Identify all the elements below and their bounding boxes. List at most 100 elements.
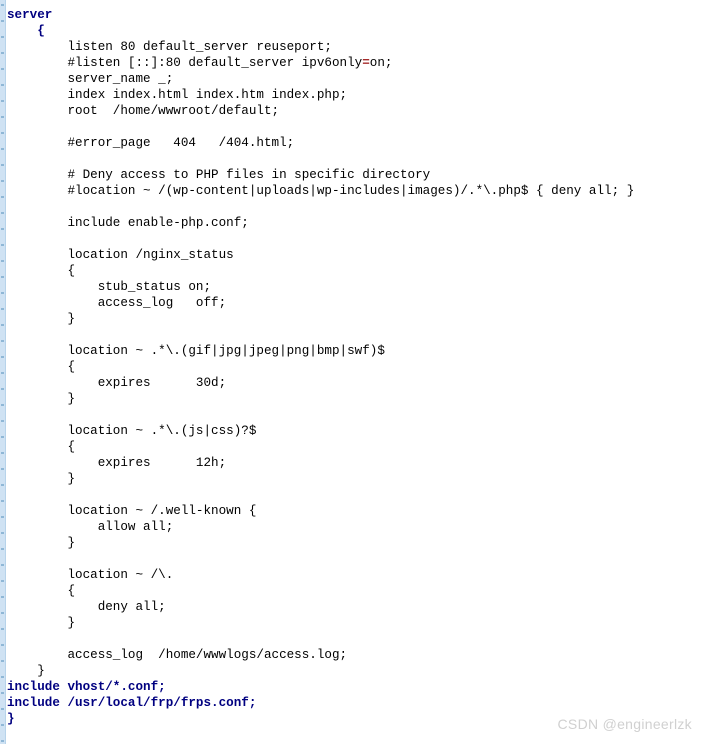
code-line[interactable]: expires 12h;	[7, 455, 702, 471]
code-line[interactable]: location ~ .*\.(gif|jpg|jpeg|png|bmp|swf…	[7, 343, 702, 359]
code-line[interactable]: server_name _;	[7, 71, 702, 87]
code-line[interactable]: location ~ /\.	[7, 567, 702, 583]
code-text: on;	[369, 56, 393, 70]
gutter-tick	[1, 596, 4, 598]
gutter-tick	[1, 468, 4, 470]
gutter-tick	[1, 36, 4, 38]
code-line[interactable]	[7, 631, 702, 647]
code-line[interactable]	[7, 487, 702, 503]
gutter-tick	[1, 164, 4, 166]
code-keyword: }	[7, 712, 15, 726]
gutter-tick	[1, 100, 4, 102]
code-text: }	[7, 392, 76, 406]
code-text: root /home/wwwroot/default;	[7, 104, 280, 118]
code-text: #error_page 404 /404.html;	[7, 136, 295, 150]
code-line[interactable]: access_log /home/wwwlogs/access.log;	[7, 647, 702, 663]
code-operator: =	[362, 56, 370, 70]
code-line[interactable]: #location ~ /(wp-content|uploads|wp-incl…	[7, 183, 702, 199]
gutter-tick	[1, 324, 4, 326]
code-text: include enable-php.conf;	[7, 216, 249, 230]
code-text: #listen [::]:80 default_server ipv6only	[7, 56, 363, 70]
code-line[interactable]: index index.html index.htm index.php;	[7, 87, 702, 103]
code-line[interactable]: {	[7, 583, 702, 599]
gutter-tick	[1, 420, 4, 422]
code-text: # Deny access to PHP files in specific d…	[7, 168, 431, 182]
code-line[interactable]: #listen [::]:80 default_server ipv6only=…	[7, 55, 702, 71]
gutter-tick	[1, 356, 4, 358]
gutter-tick	[1, 452, 4, 454]
code-text: }	[7, 472, 76, 486]
gutter-tick	[1, 612, 4, 614]
code-line[interactable]: include /usr/local/frp/frps.conf;	[7, 695, 702, 711]
code-keyword: include vhost/*.conf;	[7, 680, 166, 694]
code-line[interactable]: {	[7, 359, 702, 375]
code-line[interactable]: deny all;	[7, 599, 702, 615]
gutter-tick	[1, 548, 4, 550]
code-line[interactable]: }	[7, 471, 702, 487]
gutter-tick	[1, 532, 4, 534]
code-line[interactable]	[7, 327, 702, 343]
code-line[interactable]: include enable-php.conf;	[7, 215, 702, 231]
code-text: deny all;	[7, 600, 166, 614]
code-line[interactable]	[7, 551, 702, 567]
gutter-tick	[1, 740, 4, 742]
csdn-watermark: CSDN @engineerlzk	[557, 716, 692, 732]
gutter-tick	[1, 4, 4, 6]
code-line[interactable]: location /nginx_status	[7, 247, 702, 263]
code-text: access_log off;	[7, 296, 227, 310]
code-line[interactable]: }	[7, 311, 702, 327]
code-line[interactable]: }	[7, 615, 702, 631]
gutter-tick	[1, 276, 4, 278]
code-line[interactable]: location ~ /.well-known {	[7, 503, 702, 519]
code-line[interactable]	[7, 119, 702, 135]
code-line[interactable]: {	[7, 23, 702, 39]
gutter-tick	[1, 180, 4, 182]
code-line[interactable]: root /home/wwwroot/default;	[7, 103, 702, 119]
gutter-tick	[1, 84, 4, 86]
gutter-tick	[1, 52, 4, 54]
code-line[interactable]: listen 80 default_server reuseport;	[7, 39, 702, 55]
code-line[interactable]: stub_status on;	[7, 279, 702, 295]
code-text: {	[7, 360, 76, 374]
code-line[interactable]	[7, 199, 702, 215]
code-text: index index.html index.htm index.php;	[7, 88, 348, 102]
code-line[interactable]: #error_page 404 /404.html;	[7, 135, 702, 151]
code-text: }	[7, 664, 45, 678]
code-line[interactable]	[7, 151, 702, 167]
code-line[interactable]: {	[7, 439, 702, 455]
gutter-tick	[1, 708, 4, 710]
code-line[interactable]: server	[7, 7, 702, 23]
code-line[interactable]	[7, 231, 702, 247]
code-line[interactable]: allow all;	[7, 519, 702, 535]
gutter-tick	[1, 484, 4, 486]
code-viewer[interactable]: server { listen 80 default_server reusep…	[7, 0, 702, 727]
code-line[interactable]: expires 30d;	[7, 375, 702, 391]
code-line[interactable]	[7, 407, 702, 423]
code-line[interactable]: access_log off;	[7, 295, 702, 311]
code-line[interactable]: include vhost/*.conf;	[7, 679, 702, 695]
gutter-tick	[1, 116, 4, 118]
gutter-tick	[1, 308, 4, 310]
code-line[interactable]: {	[7, 263, 702, 279]
code-line[interactable]: }	[7, 535, 702, 551]
code-line[interactable]: }	[7, 391, 702, 407]
gutter-tick	[1, 676, 4, 678]
gutter-tick	[1, 516, 4, 518]
code-keyword: {	[7, 24, 45, 38]
gutter-tick	[1, 388, 4, 390]
code-line[interactable]: }	[7, 663, 702, 679]
code-text: access_log /home/wwwlogs/access.log;	[7, 648, 348, 662]
code-line[interactable]: # Deny access to PHP files in specific d…	[7, 167, 702, 183]
gutter-tick	[1, 20, 4, 22]
gutter-tick	[1, 724, 4, 726]
code-text: stub_status on;	[7, 280, 212, 294]
code-line[interactable]: location ~ .*\.(js|css)?$	[7, 423, 702, 439]
code-text: #location ~ /(wp-content|uploads|wp-incl…	[7, 184, 635, 198]
gutter-tick	[1, 436, 4, 438]
